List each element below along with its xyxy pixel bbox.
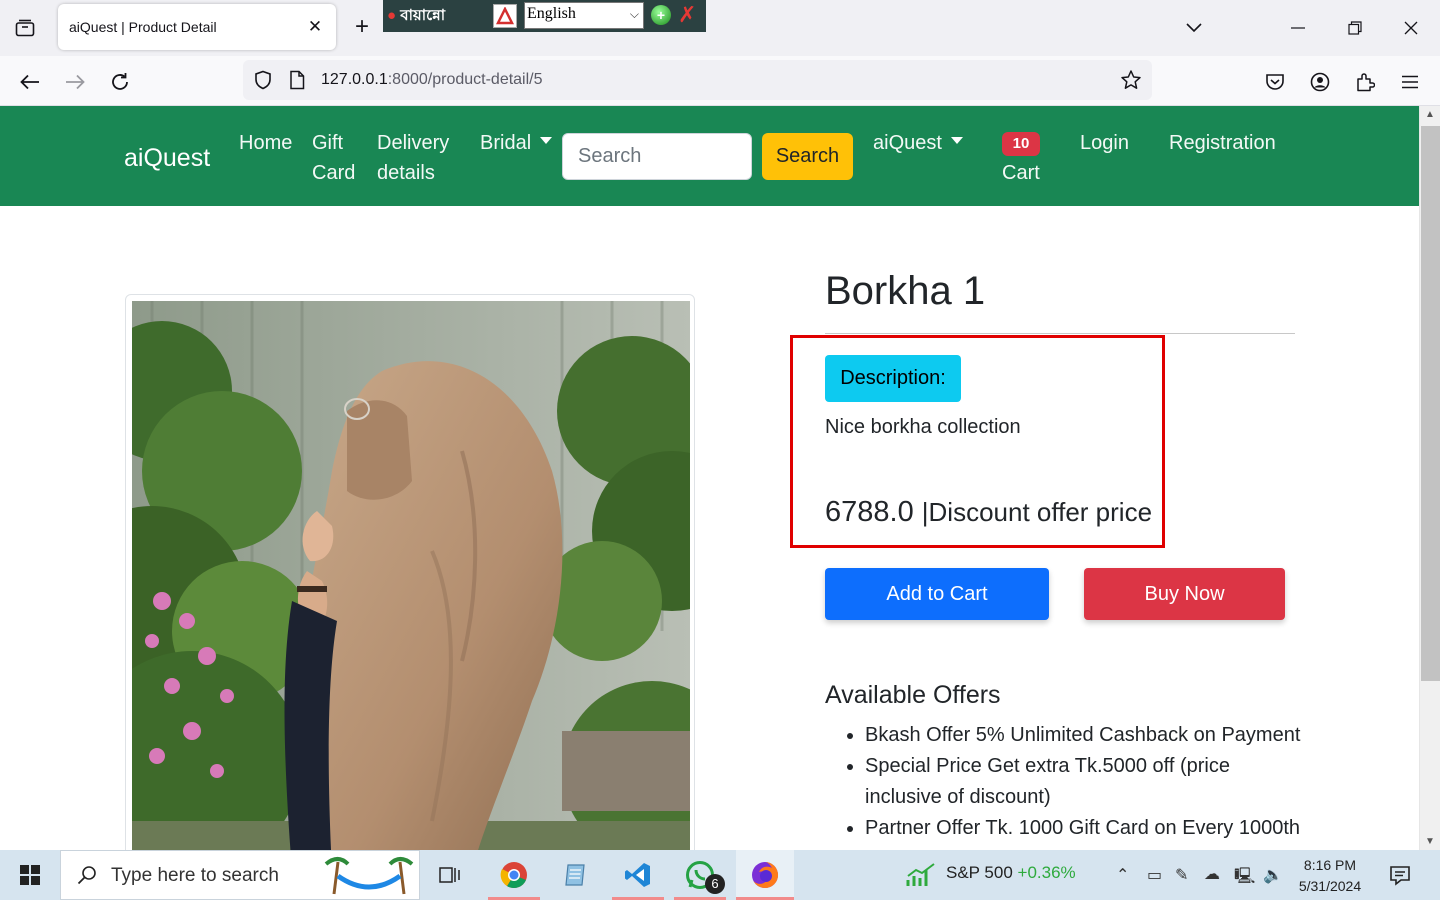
- product-description: Nice borkha collection: [825, 416, 1021, 438]
- notes-app-icon[interactable]: [550, 850, 602, 900]
- forward-icon[interactable]: [61, 68, 89, 96]
- page-icon[interactable]: [289, 70, 305, 95]
- page-scrollbar[interactable]: ▲ ▼: [1419, 106, 1440, 850]
- site-search-button[interactable]: Search: [762, 133, 853, 180]
- ime-close-icon[interactable]: ✗: [678, 2, 696, 28]
- bookmark-star-icon[interactable]: [1120, 69, 1142, 96]
- product-price: 6788.0: [825, 496, 914, 528]
- windows-taskbar: Type here to search 6 S&P 500 +0.36% ⌃ ▭…: [0, 850, 1440, 900]
- account-icon[interactable]: [1306, 68, 1334, 96]
- ime-toolbar: ● বায়ান্নো English ⌵ + ✗: [383, 0, 706, 32]
- ime-add-icon[interactable]: +: [651, 5, 671, 25]
- onedrive-cloud-icon[interactable]: ☁: [1204, 864, 1220, 884]
- close-window-icon[interactable]: [1396, 14, 1426, 42]
- extensions-icon[interactable]: [1351, 68, 1379, 96]
- offer-item: Bkash Offer 5% Unlimited Cashback on Pay…: [865, 720, 1305, 751]
- shield-icon[interactable]: [253, 70, 273, 95]
- scrollbar-thumb[interactable]: [1421, 126, 1440, 681]
- notifications-icon[interactable]: [1389, 864, 1411, 891]
- firefox-app-icon[interactable]: [736, 850, 794, 900]
- chrome-app-icon[interactable]: [488, 850, 540, 900]
- page-viewport: aiQuest Home Gift Card Delivery details …: [0, 106, 1419, 850]
- windows-start-icon[interactable]: [0, 850, 60, 900]
- nav-link-home[interactable]: Home: [239, 128, 292, 158]
- site-search-input[interactable]: Search: [562, 133, 752, 180]
- cart-count-badge: 10: [1002, 132, 1040, 156]
- product-image: [132, 301, 690, 850]
- buy-now-button[interactable]: Buy Now: [1084, 568, 1285, 620]
- whatsapp-unread-badge: 6: [705, 874, 725, 894]
- stock-chart-icon: [906, 862, 936, 893]
- site-navbar: aiQuest Home Gift Card Delivery details …: [0, 106, 1419, 206]
- offers-list: Bkash Offer 5% Unlimited Cashback on Pay…: [865, 720, 1305, 844]
- price-note: |Discount offer price: [921, 497, 1153, 527]
- meet-now-icon[interactable]: ▭: [1147, 865, 1162, 885]
- scroll-up-icon[interactable]: ▲: [1425, 109, 1435, 120]
- search-icon: [77, 865, 97, 890]
- new-tab-icon[interactable]: +: [350, 15, 374, 40]
- nav-dropdown-account[interactable]: aiQuest: [873, 128, 963, 158]
- nav-link-delivery-details[interactable]: Delivery details: [377, 128, 449, 188]
- pocket-icon[interactable]: [1261, 68, 1289, 96]
- product-image-frame: [125, 294, 695, 850]
- nav-link-gift-card[interactable]: Gift Card: [312, 128, 355, 188]
- reload-icon[interactable]: [106, 68, 134, 96]
- nav-link-registration[interactable]: Registration: [1169, 128, 1276, 158]
- chevron-down-icon: ⌵: [629, 7, 639, 21]
- tab-list-icon[interactable]: [12, 16, 38, 40]
- add-to-cart-button[interactable]: Add to Cart: [825, 568, 1049, 620]
- search-highlight-hammock-icon: [324, 854, 414, 903]
- tray-overflow-chevron-icon[interactable]: ⌃: [1116, 865, 1129, 885]
- product-title: Borkha 1: [825, 269, 986, 313]
- back-icon[interactable]: [16, 68, 44, 96]
- nav-dropdown-bridal[interactable]: Bridal: [480, 128, 553, 158]
- title-divider: [825, 333, 1295, 334]
- ime-bangla-logo: ● বায়ান্নো: [387, 7, 446, 24]
- site-brand[interactable]: aiQuest: [124, 144, 210, 173]
- pen-icon[interactable]: ✎: [1175, 865, 1188, 885]
- url-text[interactable]: 127.0.0.1:8000/product-detail/5: [321, 71, 543, 89]
- whatsapp-app-icon[interactable]: 6: [674, 850, 726, 900]
- restore-icon[interactable]: [1340, 14, 1370, 42]
- browser-toolbar: 127.0.0.1:8000/product-detail/5: [0, 56, 1440, 106]
- nav-link-cart[interactable]: Cart: [1002, 158, 1040, 188]
- ime-language-select[interactable]: English ⌵: [524, 2, 644, 29]
- volume-icon[interactable]: 🔈: [1263, 865, 1283, 885]
- offer-item: Partner Offer Tk. 1000 Gift Card on Ever…: [865, 813, 1305, 844]
- vscode-app-icon[interactable]: [612, 850, 664, 900]
- stock-ticker[interactable]: S&P 500 +0.36%: [946, 863, 1076, 883]
- taskbar-search-placeholder: Type here to search: [111, 865, 279, 886]
- tab-overflow-chevron-icon[interactable]: [1179, 14, 1209, 42]
- caret-down-icon: [950, 137, 963, 145]
- task-view-icon[interactable]: [424, 850, 476, 900]
- caret-down-icon: [540, 137, 553, 145]
- network-icon[interactable]: 🖳: [1234, 865, 1255, 892]
- offer-item: Special Price Get extra Tk.5000 off (pri…: [865, 751, 1305, 813]
- tab-title: aiQuest | Product Detail: [69, 19, 217, 35]
- menu-hamburger-icon[interactable]: [1396, 68, 1424, 96]
- browser-tab-bar: aiQuest | Product Detail ✕ + ● বায়ান্নো…: [0, 0, 1440, 56]
- nav-link-login[interactable]: Login: [1080, 128, 1129, 158]
- taskbar-search-box[interactable]: Type here to search: [60, 850, 420, 900]
- address-bar[interactable]: 127.0.0.1:8000/product-detail/5: [243, 60, 1152, 100]
- product-price-block: 6788.0 |Discount offer price: [825, 496, 1152, 529]
- scroll-down-icon[interactable]: ▼: [1425, 836, 1435, 847]
- description-label-badge[interactable]: Description:: [825, 355, 961, 402]
- tab-close-icon[interactable]: ✕: [306, 17, 324, 36]
- browser-tab[interactable]: aiQuest | Product Detail ✕: [58, 4, 336, 50]
- minimize-icon[interactable]: [1283, 14, 1313, 42]
- offers-heading: Available Offers: [825, 681, 1001, 709]
- ime-app-icon[interactable]: [493, 4, 517, 28]
- taskbar-clock[interactable]: 8:16 PM 5/31/2024: [1290, 855, 1370, 897]
